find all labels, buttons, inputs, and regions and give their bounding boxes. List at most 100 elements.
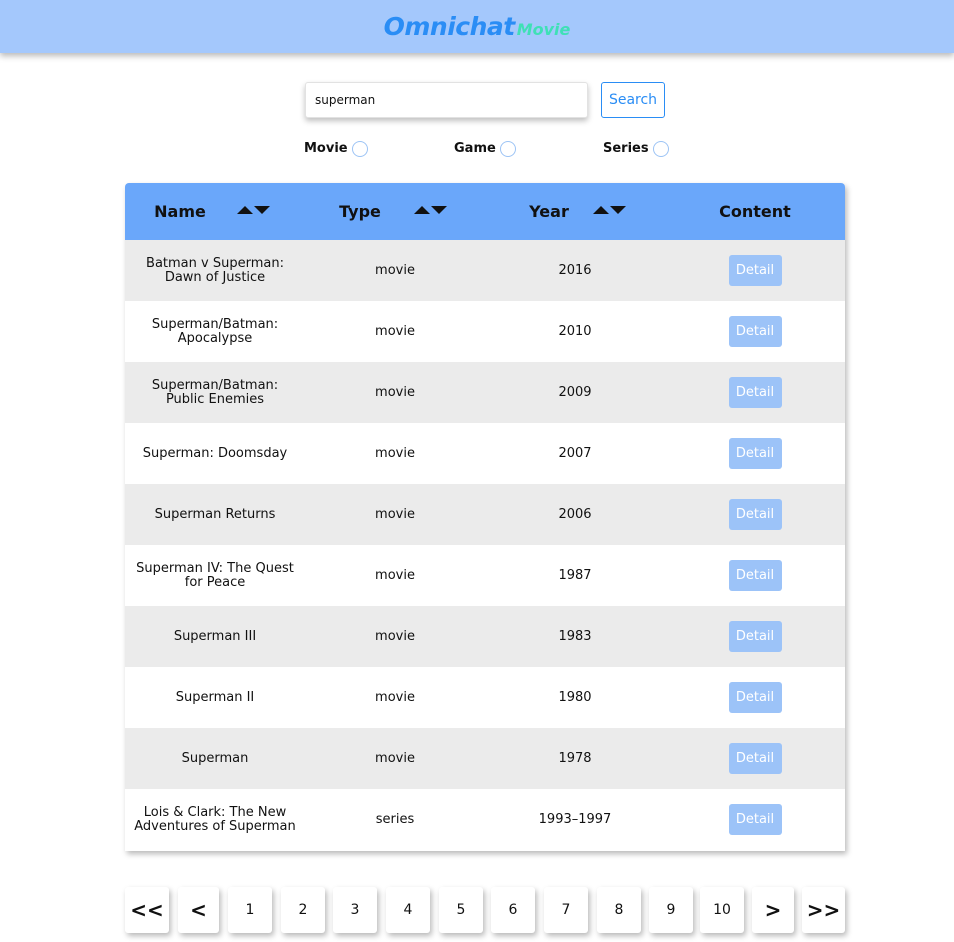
table-row: Superman IV: The Quest for Peace movie 1… [125, 545, 845, 606]
detail-button[interactable]: Detail [728, 804, 782, 835]
cell-content: Detail [665, 728, 845, 789]
sort-ascending-icon[interactable] [414, 206, 430, 214]
cell-content: Detail [665, 301, 845, 362]
table-row: Superman/Batman: Apocalypse movie 2010 D… [125, 301, 845, 362]
table-row: Batman v Superman: Dawn of Justice movie… [125, 240, 845, 301]
detail-button[interactable]: Detail [728, 255, 782, 286]
page-button-8[interactable]: 8 [597, 887, 641, 933]
table-row: Lois & Clark: The New Adventures of Supe… [125, 789, 845, 850]
cell-name: Batman v Superman: Dawn of Justice [146, 255, 284, 285]
cell-type: movie [375, 384, 415, 400]
detail-button[interactable]: Detail [728, 743, 782, 774]
cell-year: 1993–1997 [538, 811, 612, 827]
cell-year: 2010 [558, 323, 592, 339]
cell-year: 1978 [558, 750, 592, 766]
table-header: Name Type Year Content [125, 183, 845, 240]
column-header-type: Type [305, 183, 485, 240]
last-page-button[interactable]: >> [802, 887, 845, 933]
cell-type: movie [375, 689, 415, 705]
cell-name: Superman II [175, 689, 255, 705]
year-sort-control[interactable] [593, 206, 626, 214]
sort-ascending-icon[interactable] [593, 206, 609, 214]
cell-content: Detail [665, 423, 845, 484]
cell-content: Detail [665, 240, 845, 301]
column-year-label: Year [529, 202, 569, 221]
logo-main-text: Omnichat [383, 12, 516, 41]
filter-movie[interactable]: Movie [304, 138, 368, 158]
cell-year: 1980 [558, 689, 592, 705]
cell-type: movie [375, 506, 415, 522]
search-input[interactable] [305, 82, 588, 118]
page-button-2[interactable]: 2 [281, 887, 325, 933]
detail-button[interactable]: Detail [728, 316, 782, 347]
cell-name: Superman Returns [154, 506, 276, 522]
cell-name: Superman IV: The Quest for Peace [136, 560, 294, 590]
detail-button[interactable]: Detail [728, 560, 782, 591]
cell-year: 2007 [558, 445, 592, 461]
detail-button[interactable]: Detail [728, 377, 782, 408]
filter-movie-radio[interactable] [351, 141, 368, 157]
cell-year: 2006 [558, 506, 592, 522]
column-header-name: Name [125, 183, 305, 240]
column-content-label: Content [719, 202, 791, 221]
filter-game-radio[interactable] [499, 141, 516, 157]
logo-sub-text: Movie [516, 20, 571, 39]
type-sort-control[interactable] [414, 206, 447, 214]
pagination: << < 1 2 3 4 5 6 7 8 9 10 > >> [0, 887, 954, 933]
cell-year: 1983 [558, 628, 592, 644]
filter-game[interactable]: Game [454, 138, 516, 158]
cell-name: Superman/Batman: Apocalypse [151, 316, 279, 346]
cell-type: series [375, 811, 415, 827]
filter-series-radio[interactable] [652, 141, 669, 157]
cell-name: Superman III [173, 628, 257, 644]
cell-content: Detail [665, 789, 845, 850]
page-button-4[interactable]: 4 [386, 887, 430, 933]
cell-content: Detail [665, 484, 845, 545]
page-button-10[interactable]: 10 [700, 887, 744, 933]
sort-descending-icon[interactable] [254, 206, 270, 214]
cell-type: movie [375, 567, 415, 583]
cell-name: Superman: Doomsday [142, 445, 288, 461]
cell-name: Superman/Batman: Public Enemies [151, 377, 279, 407]
filter-movie-label: Movie [304, 140, 348, 156]
detail-button[interactable]: Detail [728, 499, 782, 530]
next-page-button[interactable]: > [752, 887, 794, 933]
sort-ascending-icon[interactable] [237, 206, 253, 214]
sort-descending-icon[interactable] [610, 206, 626, 214]
cell-type: movie [375, 323, 415, 339]
filter-game-label: Game [454, 140, 496, 156]
cell-year: 2009 [558, 384, 592, 400]
table-row: Superman/Batman: Public Enemies movie 20… [125, 362, 845, 423]
filter-series-label: Series [603, 140, 649, 156]
app-logo[interactable]: Omnichat Movie [384, 12, 571, 41]
cell-type: movie [375, 628, 415, 644]
cell-content: Detail [665, 667, 845, 728]
cell-name: Lois & Clark: The New Adventures of Supe… [134, 804, 296, 834]
first-page-button[interactable]: << [125, 887, 169, 933]
cell-content: Detail [665, 606, 845, 667]
page-button-5[interactable]: 5 [439, 887, 483, 933]
cell-type: movie [375, 750, 415, 766]
column-type-label: Type [339, 202, 381, 221]
table-row: Superman II movie 1980 Detail [125, 667, 845, 728]
table-row: Superman Returns movie 2006 Detail [125, 484, 845, 545]
page-button-1[interactable]: 1 [228, 887, 272, 933]
page-button-6[interactable]: 6 [491, 887, 535, 933]
cell-type: movie [375, 445, 415, 461]
search-button[interactable]: Search [601, 82, 665, 118]
detail-button[interactable]: Detail [728, 682, 782, 713]
page-button-7[interactable]: 7 [544, 887, 588, 933]
detail-button[interactable]: Detail [728, 438, 782, 469]
column-name-label: Name [154, 202, 206, 221]
sort-descending-icon[interactable] [431, 206, 447, 214]
column-header-year: Year [485, 183, 665, 240]
filter-series[interactable]: Series [603, 138, 669, 158]
cell-name: Superman [181, 750, 249, 766]
page-button-9[interactable]: 9 [649, 887, 693, 933]
detail-button[interactable]: Detail [728, 621, 782, 652]
previous-page-button[interactable]: < [178, 887, 219, 933]
name-sort-control[interactable] [237, 206, 270, 214]
cell-type: movie [375, 262, 415, 278]
page-button-3[interactable]: 3 [333, 887, 377, 933]
cell-year: 2016 [558, 262, 592, 278]
